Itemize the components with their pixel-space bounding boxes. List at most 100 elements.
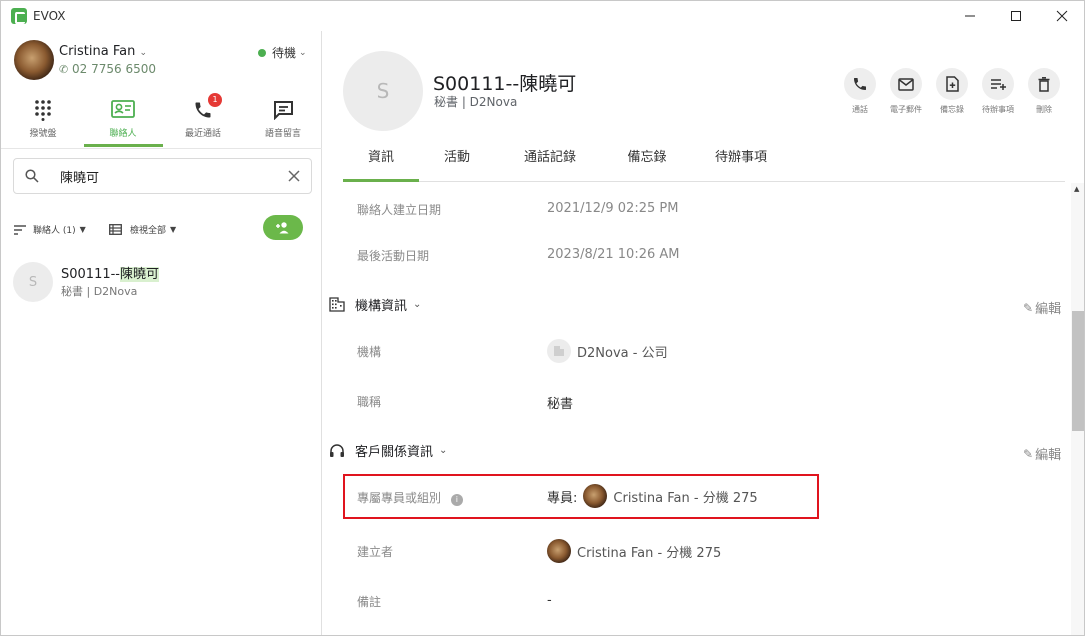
contact-detail-panel: S S00111--陳曉可 秘書 | D2Nova 通話 電子郵件 備忘錄 待辦… bbox=[323, 31, 1084, 635]
search-box[interactable] bbox=[13, 158, 312, 194]
pencil-icon: ✎ bbox=[1023, 446, 1034, 461]
delete-action-button[interactable]: 刪除 bbox=[1027, 68, 1061, 115]
dialpad-icon bbox=[35, 100, 51, 121]
caret-down-icon: ▼ bbox=[79, 225, 86, 234]
missed-calls-badge: 1 bbox=[208, 93, 222, 107]
left-panel: Cristina Fan ⌄ ✆ 02 7756 6500 待機 ⌄ 撥號盤 聯… bbox=[1, 31, 323, 635]
caret-down-icon: ▼ bbox=[170, 225, 177, 234]
note-value: - bbox=[547, 593, 552, 608]
maximize-icon bbox=[1011, 11, 1021, 21]
user-phone-number: 02 7756 6500 bbox=[72, 62, 157, 76]
view-filter-label: 檢視全部 bbox=[130, 226, 167, 236]
search-input[interactable] bbox=[60, 167, 280, 185]
nav-recent-calls[interactable]: 1 最近通話 bbox=[163, 93, 243, 149]
status-dot-icon bbox=[258, 48, 266, 57]
nav-dialpad[interactable]: 撥號盤 bbox=[3, 93, 83, 149]
org-section-header[interactable]: 機構資訊 ⌄ bbox=[329, 295, 421, 314]
todo-action-button[interactable]: 待辦事項 bbox=[981, 68, 1015, 115]
assigned-agent-value[interactable]: 專員: Cristina Fan - 分機 275 bbox=[547, 484, 758, 508]
assigned-agent-name: Cristina Fan - 分機 275 bbox=[613, 490, 758, 506]
nav-contacts[interactable]: 聯絡人 bbox=[83, 93, 163, 149]
creator-name: Cristina Fan - 分機 275 bbox=[577, 545, 722, 561]
org-edit-label: 編輯 bbox=[1035, 302, 1062, 317]
headset-icon bbox=[330, 443, 344, 457]
add-task-icon bbox=[990, 79, 1006, 90]
info-icon: i bbox=[450, 494, 463, 506]
user-name: Cristina Fan bbox=[59, 44, 136, 59]
tab-activity[interactable]: 活動 bbox=[423, 146, 491, 182]
scroll-up-icon[interactable]: ▲ bbox=[1074, 185, 1079, 193]
status-label: 待機 bbox=[272, 46, 297, 60]
org-edit-button[interactable]: ✎ 編輯 bbox=[1023, 298, 1062, 318]
detail-content: 聯絡人建立日期 2021/12/9 02:25 PM 最後活動日期 2023/8… bbox=[323, 183, 1084, 635]
delete-action-label: 刪除 bbox=[1036, 105, 1052, 114]
crm-edit-label: 編輯 bbox=[1035, 448, 1062, 463]
contact-detail-subtitle: 秘書 | D2Nova bbox=[434, 95, 518, 109]
last-activity-label: 最後活動日期 bbox=[357, 249, 430, 263]
tab-call-log[interactable]: 通話記錄 bbox=[503, 146, 597, 182]
agent-avatar bbox=[583, 484, 608, 508]
note-label: 備註 bbox=[357, 595, 382, 609]
sort-contacts-dropdown[interactable]: 聯絡人 (1) ▼ bbox=[13, 223, 86, 236]
assigned-agent-label: 專屬專員或組別 i bbox=[357, 489, 463, 506]
chevron-down-icon: ⌄ bbox=[139, 48, 148, 58]
add-contact-button[interactable] bbox=[263, 215, 303, 240]
chevron-down-icon: ⌄ bbox=[413, 299, 422, 310]
crm-edit-button[interactable]: ✎ 編輯 bbox=[1023, 444, 1062, 464]
creator-label: 建立者 bbox=[357, 545, 394, 559]
evox-logo-icon bbox=[11, 8, 27, 24]
close-window-button[interactable] bbox=[1039, 1, 1084, 31]
scrollbar-thumb[interactable] bbox=[1072, 311, 1084, 431]
nav-dialpad-label: 撥號盤 bbox=[29, 129, 57, 139]
contact-list-item[interactable]: S S00111--陳曉可 秘書 | D2Nova bbox=[1, 253, 321, 305]
user-avatar[interactable] bbox=[14, 40, 54, 80]
search-icon bbox=[25, 169, 39, 183]
org-label: 機構 bbox=[357, 345, 382, 359]
add-person-icon bbox=[276, 222, 289, 234]
nav-recent-calls-label: 最近通話 bbox=[184, 129, 221, 139]
contact-name-prefix: S00111-- bbox=[61, 267, 120, 282]
status-selector[interactable]: 待機 ⌄ bbox=[258, 44, 307, 61]
org-section-title: 機構資訊 bbox=[355, 299, 408, 314]
pencil-icon: ✎ bbox=[1023, 300, 1034, 315]
last-activity-value: 2023/8/21 10:26 AM bbox=[547, 247, 680, 262]
clear-search-icon[interactable] bbox=[288, 170, 300, 182]
tab-info[interactable]: 資訊 bbox=[343, 146, 419, 182]
building-icon bbox=[329, 297, 345, 312]
minimize-icon bbox=[965, 15, 975, 17]
phone-icon: ✆ bbox=[59, 63, 69, 76]
org-link[interactable]: D2Nova - 公司 bbox=[547, 339, 668, 363]
creator-value[interactable]: Cristina Fan - 分機 275 bbox=[547, 539, 721, 563]
creator-avatar bbox=[547, 539, 571, 563]
title-bar: EVOX bbox=[1, 1, 1084, 31]
email-action-button[interactable]: 電子郵件 bbox=[889, 68, 923, 115]
view-filter-dropdown[interactable]: 檢視全部 ▼ bbox=[109, 223, 176, 236]
voicemail-icon bbox=[274, 101, 293, 120]
user-name-menu[interactable]: Cristina Fan ⌄ bbox=[59, 44, 147, 59]
app-title: EVOX bbox=[33, 9, 66, 23]
contact-subtitle: 秘書 | D2Nova bbox=[61, 285, 138, 298]
company-icon bbox=[547, 339, 571, 363]
memo-action-button[interactable]: 備忘錄 bbox=[935, 68, 969, 115]
call-action-button[interactable]: 通話 bbox=[843, 68, 877, 115]
contact-name-match: 陳曉可 bbox=[120, 267, 160, 282]
maximize-button[interactable] bbox=[993, 1, 1039, 31]
contact-detail-title: S00111--陳曉可 bbox=[433, 73, 577, 95]
tab-todos[interactable]: 待辦事項 bbox=[699, 146, 783, 182]
chevron-down-icon: ⌄ bbox=[439, 445, 448, 456]
nav-voicemail-label: 語音留言 bbox=[264, 129, 301, 139]
email-icon bbox=[898, 77, 914, 91]
minimize-button[interactable] bbox=[947, 1, 993, 31]
close-icon bbox=[1056, 10, 1068, 22]
list-view-icon bbox=[109, 224, 122, 235]
org-value: D2Nova - 公司 bbox=[577, 345, 668, 361]
tab-memos[interactable]: 備忘錄 bbox=[609, 146, 685, 182]
contact-avatar: S bbox=[13, 262, 53, 302]
contacts-count-label: 聯絡人 (1) bbox=[33, 226, 76, 236]
app-window: EVOX Cristina Fan ⌄ ✆ 02 7756 6500 待機 ⌄ bbox=[0, 0, 1085, 636]
detail-tabs: 資訊 活動 通話記錄 備忘錄 待辦事項 bbox=[343, 146, 1065, 182]
crm-section-header[interactable]: 客戶關係資訊 ⌄ bbox=[329, 441, 447, 460]
nav-voicemail[interactable]: 語音留言 bbox=[243, 93, 323, 149]
crm-section-title: 客戶關係資訊 bbox=[355, 445, 434, 460]
divider bbox=[1, 148, 322, 149]
